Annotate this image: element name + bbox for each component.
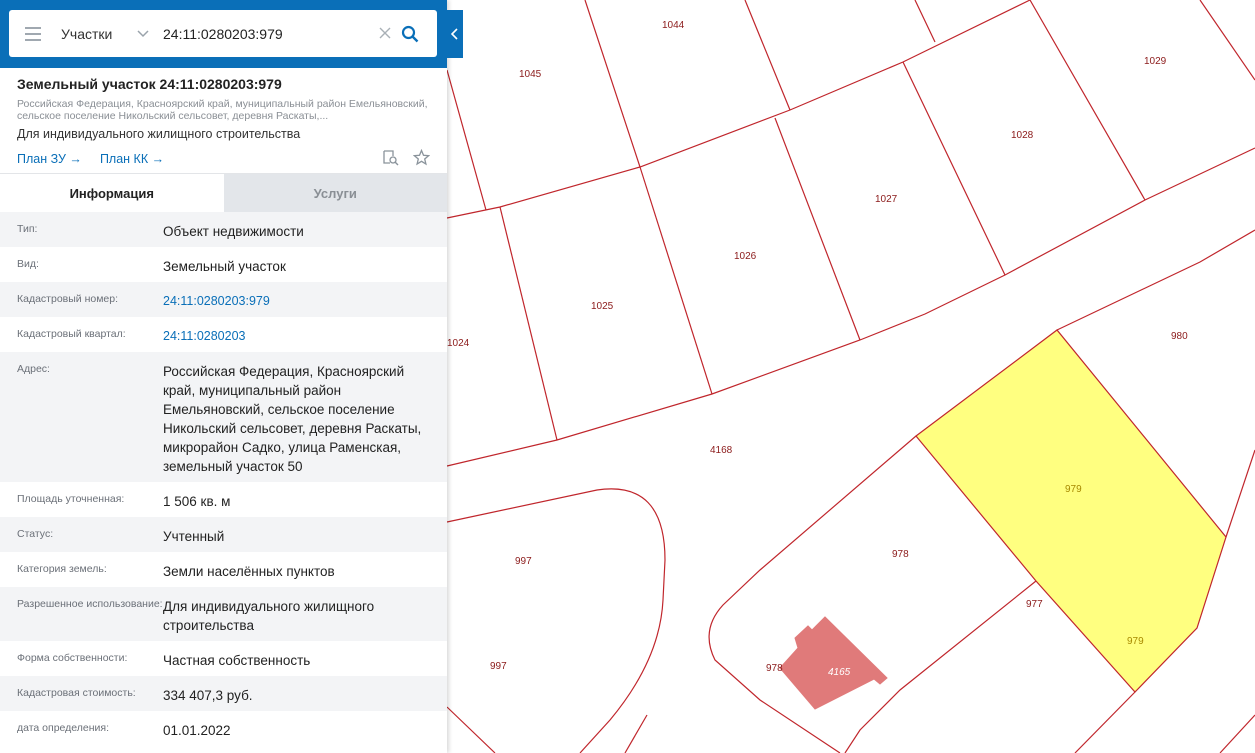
info-row: Тип: Объект недвижимости [0,212,447,247]
info-row: Кадастровая стоимость: 334 407,3 руб. [0,676,447,711]
chevron-left-icon[interactable] [447,10,463,58]
tab-information[interactable]: Информация [0,174,224,212]
search-type-select[interactable]: Участки [61,26,137,42]
plot-label: 997 [515,556,532,567]
chevron-down-icon[interactable] [137,27,151,41]
plot-label: 978 [892,549,909,560]
info-value: 01.01.2022 [163,723,231,738]
plot-label: 977 [1026,599,1043,610]
info-value: Земли населённых пунктов [163,564,335,579]
info-label: дата определения: [17,722,110,734]
plot-label: 997 [490,661,507,672]
info-value: 334 407,3 руб. [163,688,253,703]
plot-label: 4168 [710,445,733,456]
plan-zu-link[interactable]: План ЗУ → [17,152,82,166]
info-row: Кадастровый номер: 24:11:0280203:979 [0,282,447,317]
info-row: Кадастровый квартал: 24:11:0280203 [0,317,447,352]
plot-label: 1027 [875,194,898,205]
info-row: Статус: Учтенный [0,517,447,552]
plot-label: 1025 [591,301,614,312]
plot-label: 979 [1127,636,1144,647]
info-label: Вид: [17,258,39,270]
cadastral-number-link[interactable]: 24:11:0280203:979 [163,282,430,317]
object-purpose: Для индивидуального жилищного строительс… [17,127,301,141]
close-icon[interactable] [379,23,391,44]
plan-kk-link[interactable]: План КК → [100,152,164,166]
info-row: Вид: Земельный участок [0,247,447,282]
plot-label: 980 [1171,331,1188,342]
plot-label: 979 [1065,484,1082,495]
search-bar: Участки 24:11:0280203:979 [0,0,447,68]
info-row: Форма собственности: Частная собственнос… [0,641,447,676]
plot-label: 1044 [662,20,685,31]
search-input[interactable]: 24:11:0280203:979 [163,26,379,42]
info-row: Площадь уточненная: 1 506 кв. м [0,482,447,517]
tabs: Информация Услуги [0,173,447,212]
info-table: Тип: Объект недвижимости Вид: Земельный … [0,212,447,746]
cadastral-quarter-link[interactable]: 24:11:0280203 [163,317,430,352]
tab-services[interactable]: Услуги [223,174,447,212]
info-label: Форма собственности: [17,652,128,664]
info-label: Кадастровая стоимость: [17,687,136,699]
star-icon[interactable] [412,148,431,169]
info-label: Разрешенное использование: [17,598,163,610]
info-panel: Участки 24:11:0280203:979 Земельный учас… [0,0,447,753]
info-label: Адрес: [17,363,50,375]
search-box: Участки 24:11:0280203:979 [9,10,437,57]
info-row: Разрешенное использование: Для индивидуа… [0,587,447,641]
info-value: Земельный участок [163,259,286,274]
info-value: 1 506 кв. м [163,494,231,509]
info-label: Площадь уточненная: [17,493,125,505]
info-value: Для индивидуального жилищного строительс… [163,599,375,633]
info-label: Кадастровый номер: [17,293,119,305]
plot-label: 1029 [1144,56,1167,67]
info-value: Частная собственность [163,653,311,668]
object-address-short: Российская Федерация, Красноярский край,… [17,98,428,122]
info-label: Категория земель: [17,563,107,575]
info-label: Статус: [17,528,54,540]
plot-label: 1045 [519,69,542,80]
plot-label: 1026 [734,251,757,262]
plot-label: 1024 [447,338,470,349]
info-row: дата определения: 01.01.2022 [0,711,447,746]
info-label: Кадастровый квартал: [17,328,126,340]
plot-label: 4165 [828,667,851,678]
info-value: Объект недвижимости [163,224,304,239]
search-icon[interactable] [401,25,419,43]
info-row: Категория земель: Земли населённых пункт… [0,552,447,587]
object-header: Земельный участок 24:11:0280203:979 Росс… [0,68,447,173]
info-value: Учтенный [163,529,225,544]
document-search-icon[interactable] [382,149,399,169]
menu-icon[interactable] [25,26,41,41]
info-value: Российская Федерация, Красноярский край,… [163,364,422,474]
plot-label: 978 [766,663,783,674]
plot-label: 1028 [1011,130,1034,141]
info-label: Тип: [17,223,38,235]
info-row: Адрес: Российская Федерация, Красноярски… [0,352,447,482]
object-title: Земельный участок 24:11:0280203:979 [17,76,282,92]
